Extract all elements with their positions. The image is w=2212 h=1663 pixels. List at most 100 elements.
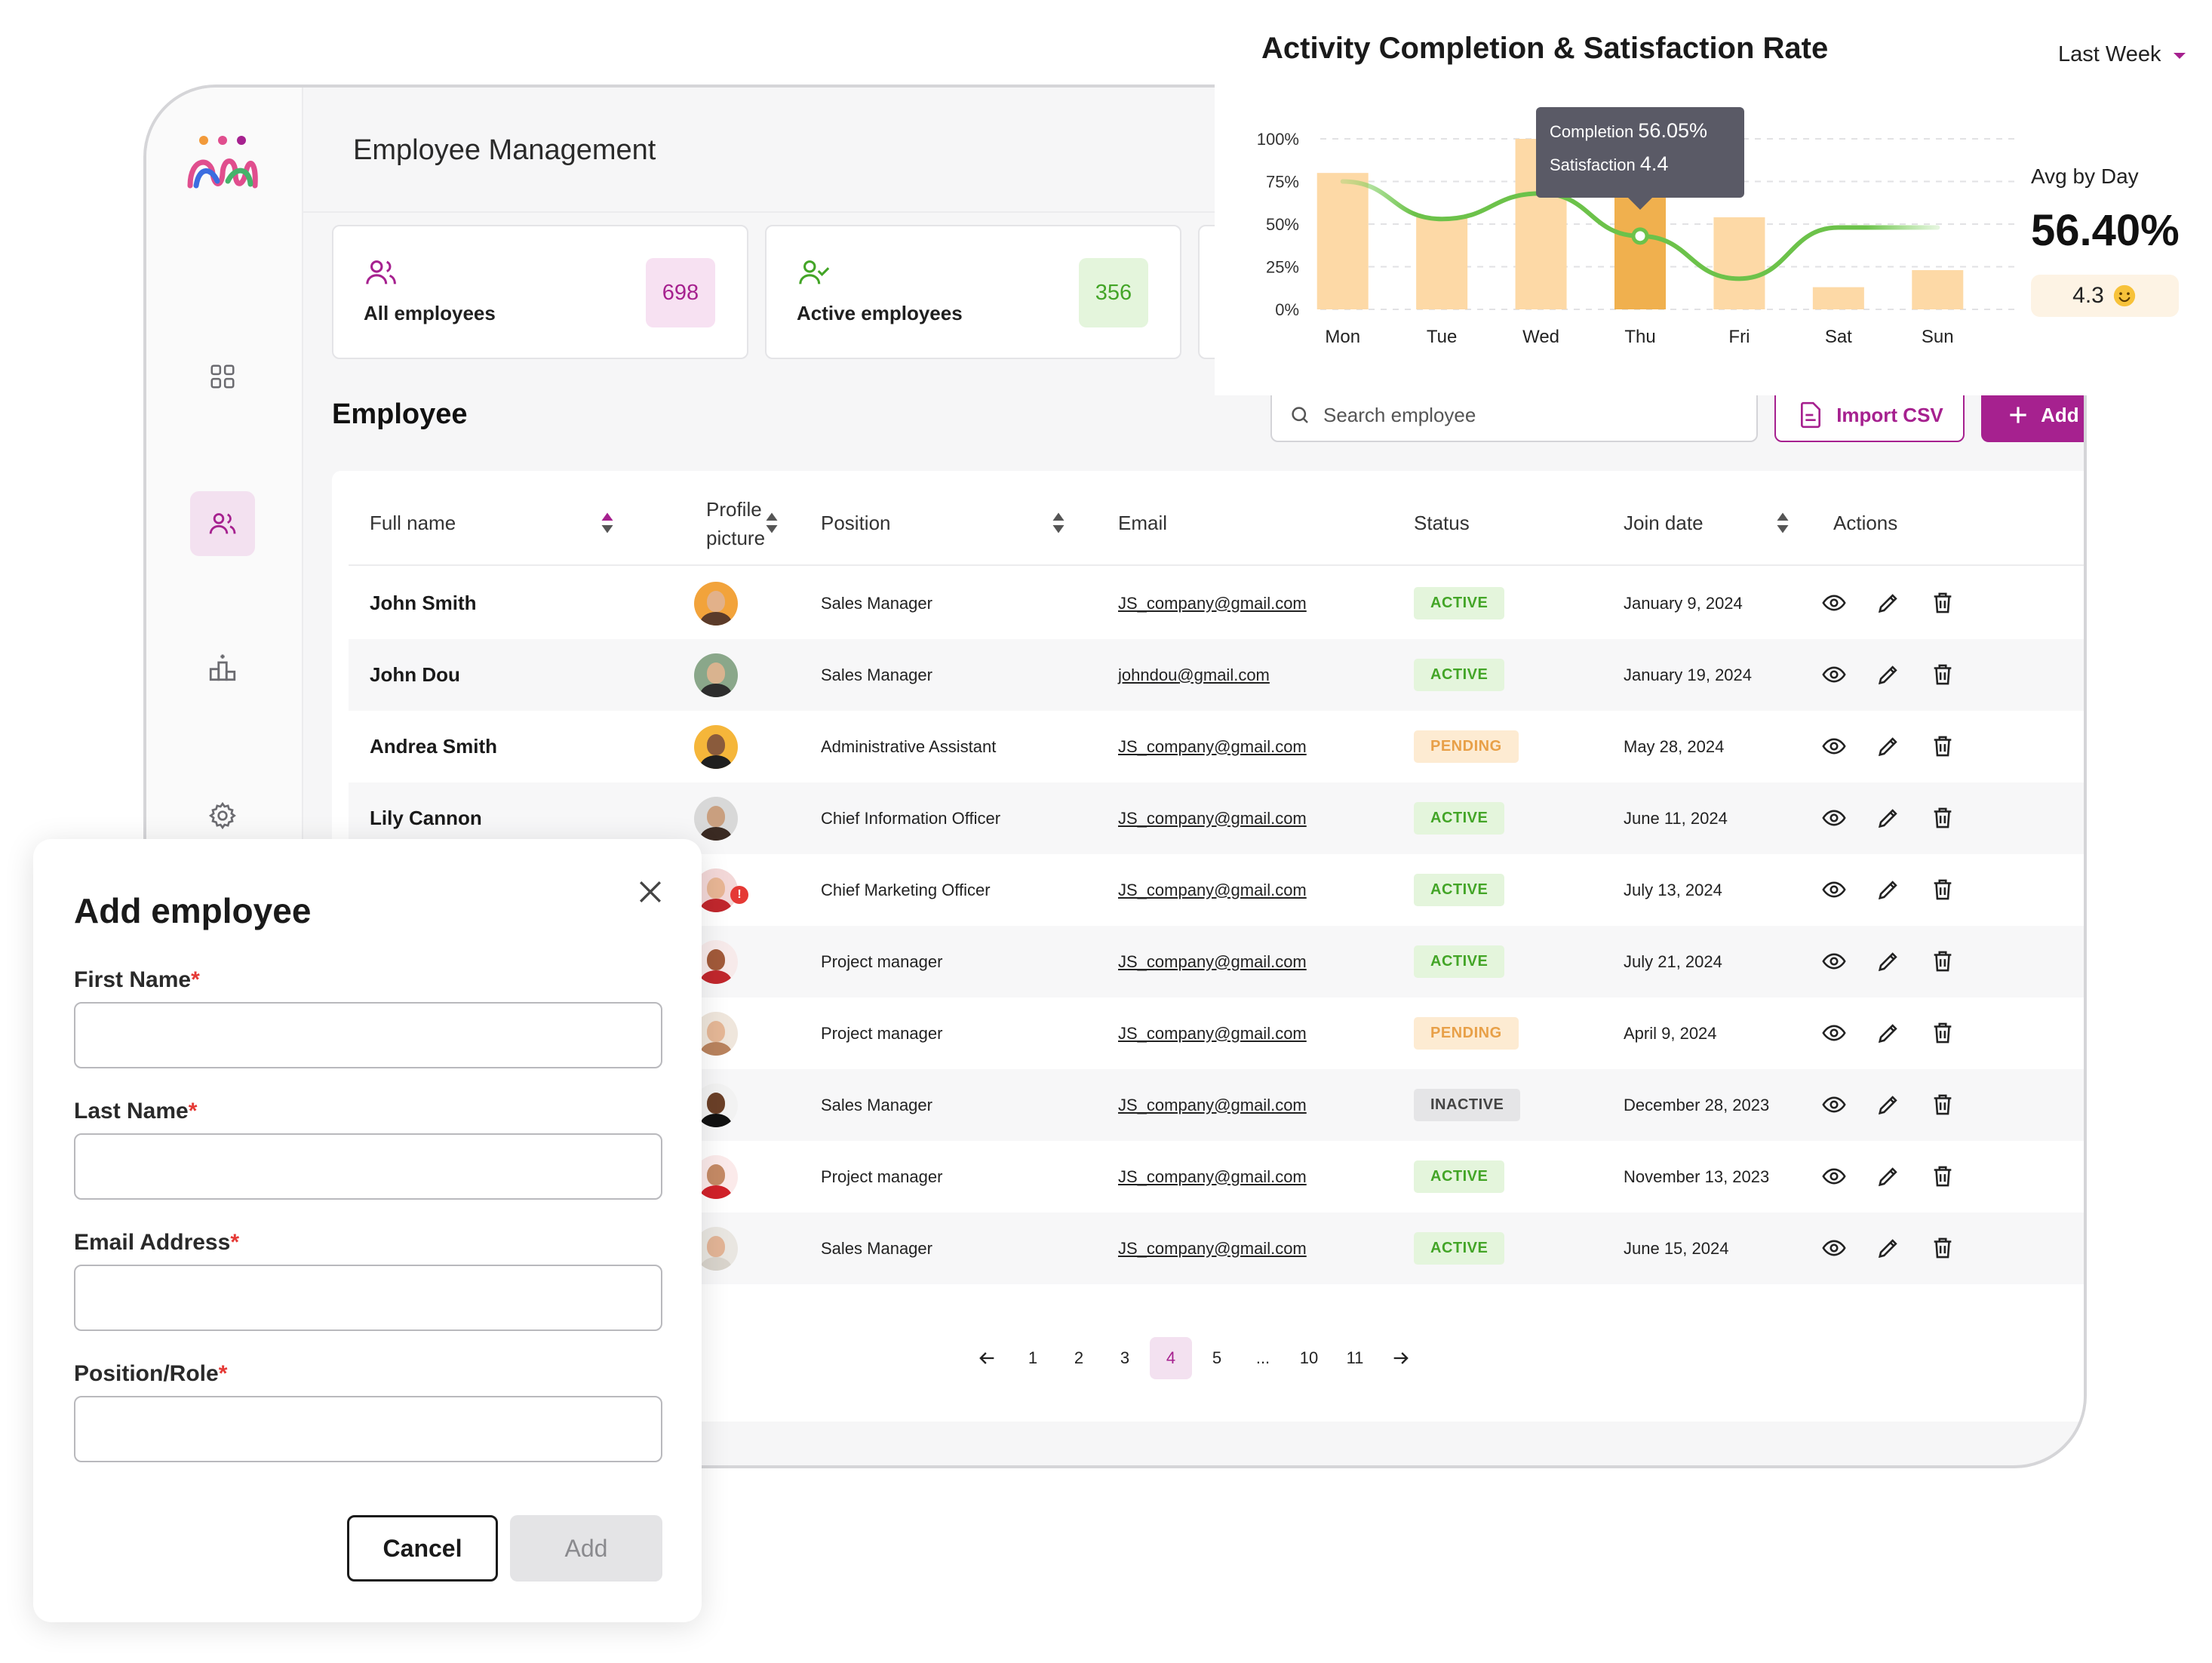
tooltip-satisfaction: Satisfaction 4.4 xyxy=(1550,152,1668,175)
trash-icon[interactable] xyxy=(1930,1020,1955,1046)
eye-icon[interactable] xyxy=(1821,590,1847,616)
pencil-icon[interactable] xyxy=(1876,805,1901,831)
pencil-icon[interactable] xyxy=(1876,662,1901,687)
stat-count: 356 xyxy=(1079,258,1148,327)
import-csv-button[interactable]: Import CSV xyxy=(1774,388,1965,442)
employee-position: Project manager xyxy=(821,1167,943,1186)
eye-icon[interactable] xyxy=(1821,1235,1847,1261)
required-mark: * xyxy=(191,967,200,992)
sort-icon[interactable] xyxy=(601,512,614,534)
add-submit-button[interactable]: Add xyxy=(510,1515,662,1582)
page-button[interactable]: 2 xyxy=(1058,1337,1100,1379)
stat-card-all-employees[interactable]: All employees 698 xyxy=(332,225,748,359)
status-badge: INACTIVE xyxy=(1414,1089,1521,1121)
bar xyxy=(1316,173,1369,309)
sort-icon[interactable] xyxy=(765,512,779,534)
status-badge: PENDING xyxy=(1414,730,1519,763)
x-tick-label: Mon xyxy=(1325,327,1360,347)
employee-email-link[interactable]: JS_company@gmail.com xyxy=(1118,711,1307,782)
employee-email-link[interactable]: JS_company@gmail.com xyxy=(1118,782,1307,854)
sidebar-item-dashboard[interactable] xyxy=(190,344,255,409)
sidebar-item-employees[interactable] xyxy=(190,491,255,556)
last-name-field[interactable] xyxy=(74,1133,662,1200)
stat-card-active-employees[interactable]: Active employees 356 xyxy=(765,225,1181,359)
page-button[interactable]: 10 xyxy=(1288,1337,1330,1379)
arrow-right-icon xyxy=(1393,1352,1409,1364)
x-tick-label: Fri xyxy=(1728,327,1750,347)
sort-icon[interactable] xyxy=(1776,512,1790,534)
employee-email-link[interactable]: JS_company@gmail.com xyxy=(1118,1069,1307,1141)
status-cell: INACTIVE xyxy=(1414,1069,1521,1141)
employee-email-link[interactable]: JS_company@gmail.com xyxy=(1118,1213,1307,1284)
join-date: December 28, 2023 xyxy=(1624,1095,1770,1114)
employee-email-link[interactable]: JS_company@gmail.com xyxy=(1118,854,1307,926)
eye-icon[interactable] xyxy=(1821,662,1847,687)
column-header-join-date[interactable]: Join date xyxy=(1624,509,1704,537)
close-icon[interactable] xyxy=(634,875,667,908)
employee-email-link[interactable]: JS_company@gmail.com xyxy=(1118,1141,1307,1213)
table-row[interactable]: Andrea Smith Administrative Assistant JS… xyxy=(349,711,2084,782)
trash-icon[interactable] xyxy=(1930,948,1955,974)
employee-email-link[interactable]: JS_company@gmail.com xyxy=(1118,567,1307,639)
join-date: January 19, 2024 xyxy=(1624,665,1753,684)
smile-emoji-icon xyxy=(2113,284,2136,307)
page-button[interactable]: 1 xyxy=(1012,1337,1054,1379)
required-mark: * xyxy=(230,1230,239,1255)
prev-page-button[interactable] xyxy=(966,1337,1008,1379)
employee-position: Administrative Assistant xyxy=(821,736,997,756)
avg-by-day-value: 56.40% xyxy=(2031,206,2180,255)
eye-icon[interactable] xyxy=(1821,877,1847,902)
status-cell: ACTIVE xyxy=(1414,639,1505,711)
eye-icon[interactable] xyxy=(1821,805,1847,831)
bar xyxy=(1912,270,1964,309)
trash-icon[interactable] xyxy=(1930,662,1955,687)
eye-icon[interactable] xyxy=(1821,1092,1847,1117)
trash-icon[interactable] xyxy=(1930,805,1955,831)
page-button-current[interactable]: 4 xyxy=(1150,1337,1192,1379)
period-dropdown[interactable]: Last Week xyxy=(2058,42,2188,67)
employee-email-link[interactable]: JS_company@gmail.com xyxy=(1118,997,1307,1069)
employee-email-link[interactable]: JS_company@gmail.com xyxy=(1118,926,1307,997)
first-name-field[interactable] xyxy=(74,1002,662,1068)
column-header-position[interactable]: Position xyxy=(821,509,891,537)
trash-icon[interactable] xyxy=(1930,733,1955,759)
pencil-icon[interactable] xyxy=(1876,590,1901,616)
next-page-button[interactable] xyxy=(1380,1337,1422,1379)
trash-icon[interactable] xyxy=(1930,1235,1955,1261)
pencil-icon[interactable] xyxy=(1876,1020,1901,1046)
search-input[interactable]: Search employee xyxy=(1270,388,1758,442)
page-button[interactable]: 5 xyxy=(1196,1337,1238,1379)
page-button[interactable]: 3 xyxy=(1104,1337,1146,1379)
add-employee-button[interactable]: Add employee xyxy=(1981,388,2084,442)
table-row[interactable]: John Smith Sales Manager JS_company@gmai… xyxy=(349,567,2084,639)
users-icon xyxy=(366,260,396,284)
trash-icon[interactable] xyxy=(1930,590,1955,616)
employee-position: Project manager xyxy=(821,1023,943,1043)
eye-icon[interactable] xyxy=(1821,1020,1847,1046)
eye-icon[interactable] xyxy=(1821,733,1847,759)
status-badge: ACTIVE xyxy=(1414,659,1505,691)
page-button[interactable]: 11 xyxy=(1334,1337,1376,1379)
trash-icon[interactable] xyxy=(1930,1163,1955,1189)
employee-email-link[interactable]: johndou@gmail.com xyxy=(1118,639,1270,711)
cancel-button[interactable]: Cancel xyxy=(347,1515,498,1582)
pencil-icon[interactable] xyxy=(1876,1092,1901,1117)
eye-icon[interactable] xyxy=(1821,948,1847,974)
users-icon xyxy=(209,513,236,534)
position-label: Position/Role* xyxy=(74,1361,227,1387)
pencil-icon[interactable] xyxy=(1876,733,1901,759)
pencil-icon[interactable] xyxy=(1876,1163,1901,1189)
email-field[interactable] xyxy=(74,1265,662,1331)
trash-icon[interactable] xyxy=(1930,877,1955,902)
pencil-icon[interactable] xyxy=(1876,1235,1901,1261)
pencil-icon[interactable] xyxy=(1876,948,1901,974)
pencil-icon[interactable] xyxy=(1876,877,1901,902)
table-row[interactable]: John Dou Sales Manager johndou@gmail.com… xyxy=(349,639,2084,711)
sidebar-item-org-chart[interactable] xyxy=(190,635,255,700)
position-field[interactable] xyxy=(74,1396,662,1462)
column-header-full-name[interactable]: Full name xyxy=(370,509,456,537)
status-cell: ACTIVE xyxy=(1414,782,1505,854)
eye-icon[interactable] xyxy=(1821,1163,1847,1189)
trash-icon[interactable] xyxy=(1930,1092,1955,1117)
sort-icon[interactable] xyxy=(1052,512,1065,534)
